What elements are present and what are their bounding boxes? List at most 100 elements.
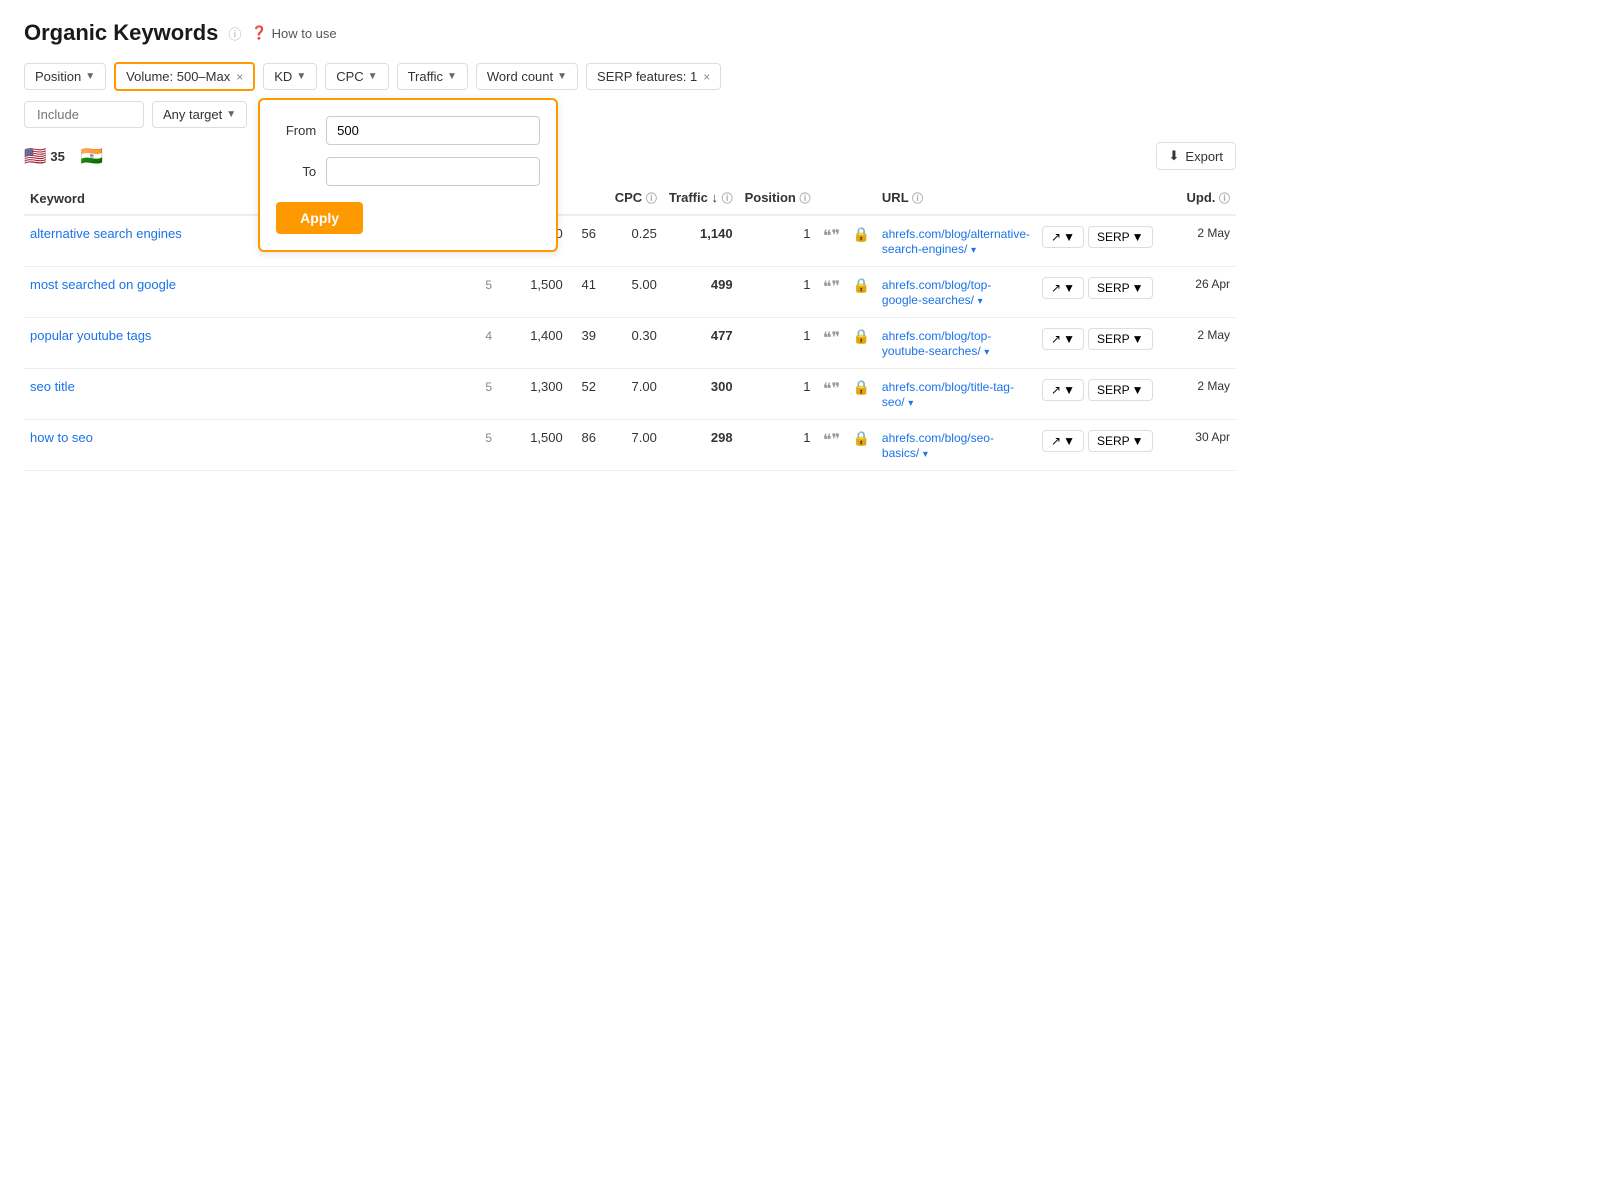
- actions-cell: ↗ ▼ SERP ▼: [1036, 215, 1166, 267]
- position-filter[interactable]: Position ▼: [24, 63, 106, 90]
- url-caret-icon[interactable]: ▾: [971, 245, 976, 256]
- traffic-filter[interactable]: Traffic ▼: [397, 63, 468, 90]
- url-caret-icon[interactable]: ▾: [984, 347, 989, 358]
- lock-icon: 🔒: [852, 226, 869, 242]
- to-label: To: [276, 164, 316, 179]
- lock-icon: 🔒: [852, 277, 869, 293]
- traffic-filter-label: Traffic: [408, 69, 443, 84]
- info-icon[interactable]: ⓘ: [228, 24, 241, 43]
- keyword-link[interactable]: most searched on google: [30, 277, 176, 292]
- lock-cell: 🔒: [846, 215, 875, 267]
- volume-cell: 1,500: [509, 420, 569, 471]
- quotes-cell: ❝❞: [816, 369, 846, 420]
- keyword-link[interactable]: seo title: [30, 379, 75, 394]
- serp-features-close-icon[interactable]: ×: [703, 70, 710, 84]
- country-us: 🇺🇸 35: [24, 146, 65, 167]
- url-link[interactable]: ahrefs.com/blog/top-youtube-searches/: [882, 329, 991, 358]
- serp-caret-icon: ▼: [1132, 383, 1144, 397]
- date-cell: 30 Apr: [1166, 420, 1236, 471]
- upd-info-icon: ⓘ: [1219, 193, 1230, 205]
- cpc-caret-icon: ▼: [368, 71, 378, 82]
- serp-features-filter[interactable]: SERP features: 1 ×: [586, 63, 721, 90]
- th-actions: [1036, 182, 1166, 215]
- url-caret-icon[interactable]: ▾: [908, 398, 913, 409]
- serp-button[interactable]: SERP ▼: [1088, 226, 1153, 248]
- from-input[interactable]: [326, 116, 540, 145]
- url-cell: ahrefs.com/blog/top-youtube-searches/ ▾: [876, 318, 1036, 369]
- trend-caret-icon: ▼: [1063, 332, 1075, 346]
- url-caret-icon[interactable]: ▾: [923, 449, 928, 460]
- url-link[interactable]: ahrefs.com/blog/alternative-search-engin…: [882, 227, 1030, 256]
- th-upd: Upd. ⓘ: [1166, 182, 1236, 215]
- to-input[interactable]: [326, 157, 540, 186]
- keyword-link[interactable]: alternative search engines: [30, 226, 182, 241]
- table-row: popular youtube tags 4 1,400 39 0.30 477…: [24, 318, 1236, 369]
- lock-cell: 🔒: [846, 318, 875, 369]
- url-cell: ahrefs.com/blog/top-google-searches/ ▾: [876, 267, 1036, 318]
- trend-caret-icon: ▼: [1063, 383, 1075, 397]
- cpc-cell: 0.25: [609, 215, 663, 267]
- from-label: From: [276, 123, 316, 138]
- kd-badge-cell: 5: [469, 267, 509, 318]
- traffic-cell: 477: [663, 318, 739, 369]
- serp-button[interactable]: SERP ▼: [1088, 328, 1153, 350]
- lock-cell: 🔒: [846, 267, 875, 318]
- date-cell: 26 Apr: [1166, 267, 1236, 318]
- quotes-icon: ❝❞: [823, 381, 840, 398]
- export-button[interactable]: ⬇ Export: [1156, 142, 1236, 170]
- include-input[interactable]: [24, 101, 144, 128]
- how-to-use-button[interactable]: ❓ How to use: [251, 25, 336, 41]
- any-target-caret-icon: ▼: [226, 109, 236, 120]
- table-row: seo title 5 1,300 52 7.00 300 1 ❝❞ 🔒 ahr…: [24, 369, 1236, 420]
- any-target-filter[interactable]: Any target ▼: [152, 101, 247, 128]
- trend-button[interactable]: ↗ ▼: [1042, 277, 1084, 299]
- trend-button[interactable]: ↗ ▼: [1042, 430, 1084, 452]
- table-row: alternative search engines 3 5,600 56 0.…: [24, 215, 1236, 267]
- filter-bar-2: Any target ▼: [24, 101, 1236, 128]
- keyword-link[interactable]: popular youtube tags: [30, 328, 151, 343]
- quotes-icon: ❝❞: [823, 432, 840, 449]
- traffic-cell: 298: [663, 420, 739, 471]
- quotes-cell: ❝❞: [816, 420, 846, 471]
- kd-val-cell: 39: [569, 318, 609, 369]
- serp-button[interactable]: SERP ▼: [1088, 430, 1153, 452]
- url-link[interactable]: ahrefs.com/blog/seo-basics/: [882, 431, 994, 460]
- keyword-cell: popular youtube tags: [24, 318, 469, 369]
- serp-button[interactable]: SERP ▼: [1088, 277, 1153, 299]
- url-link[interactable]: ahrefs.com/blog/top-google-searches/: [882, 278, 991, 307]
- table-header-row: Keyword CPC ⓘ Traffic ↓ ⓘ Position ⓘ: [24, 182, 1236, 215]
- kd-filter[interactable]: KD ▼: [263, 63, 317, 90]
- url-cell: ahrefs.com/blog/seo-basics/ ▾: [876, 420, 1036, 471]
- url-caret-icon[interactable]: ▾: [978, 296, 983, 307]
- trend-button[interactable]: ↗ ▼: [1042, 328, 1084, 350]
- trend-caret-icon: ▼: [1063, 230, 1075, 244]
- export-label: Export: [1185, 149, 1223, 164]
- position-cell: 1: [739, 318, 817, 369]
- volume-close-icon[interactable]: ×: [236, 70, 243, 84]
- quotes-cell: ❝❞: [816, 267, 846, 318]
- keyword-cell: how to seo: [24, 420, 469, 471]
- kd-val-cell: 52: [569, 369, 609, 420]
- volume-popup: From To Apply: [258, 98, 558, 252]
- trend-button[interactable]: ↗ ▼: [1042, 379, 1084, 401]
- kd-num: 4: [485, 329, 492, 343]
- th-quotes: [816, 182, 846, 215]
- apply-button[interactable]: Apply: [276, 202, 363, 234]
- actions-cell: ↗ ▼ SERP ▼: [1036, 318, 1166, 369]
- download-icon: ⬇: [1169, 148, 1180, 164]
- cpc-filter[interactable]: CPC ▼: [325, 63, 388, 90]
- trend-caret-icon: ▼: [1063, 434, 1075, 448]
- cpc-cell: 7.00: [609, 369, 663, 420]
- keyword-link[interactable]: how to seo: [30, 430, 93, 445]
- serp-button[interactable]: SERP ▼: [1088, 379, 1153, 401]
- actions-cell: ↗ ▼ SERP ▼: [1036, 369, 1166, 420]
- trend-button[interactable]: ↗ ▼: [1042, 226, 1084, 248]
- serp-features-label: SERP features: 1: [597, 69, 697, 84]
- volume-filter[interactable]: Volume: 500–Max ×: [114, 62, 255, 91]
- position-cell: 1: [739, 215, 817, 267]
- word-count-filter[interactable]: Word count ▼: [476, 63, 578, 90]
- us-flag-icon: 🇺🇸: [24, 146, 46, 167]
- kd-badge-cell: 5: [469, 369, 509, 420]
- volume-cell: 1,500: [509, 267, 569, 318]
- url-link[interactable]: ahrefs.com/blog/title-tag-seo/: [882, 380, 1014, 409]
